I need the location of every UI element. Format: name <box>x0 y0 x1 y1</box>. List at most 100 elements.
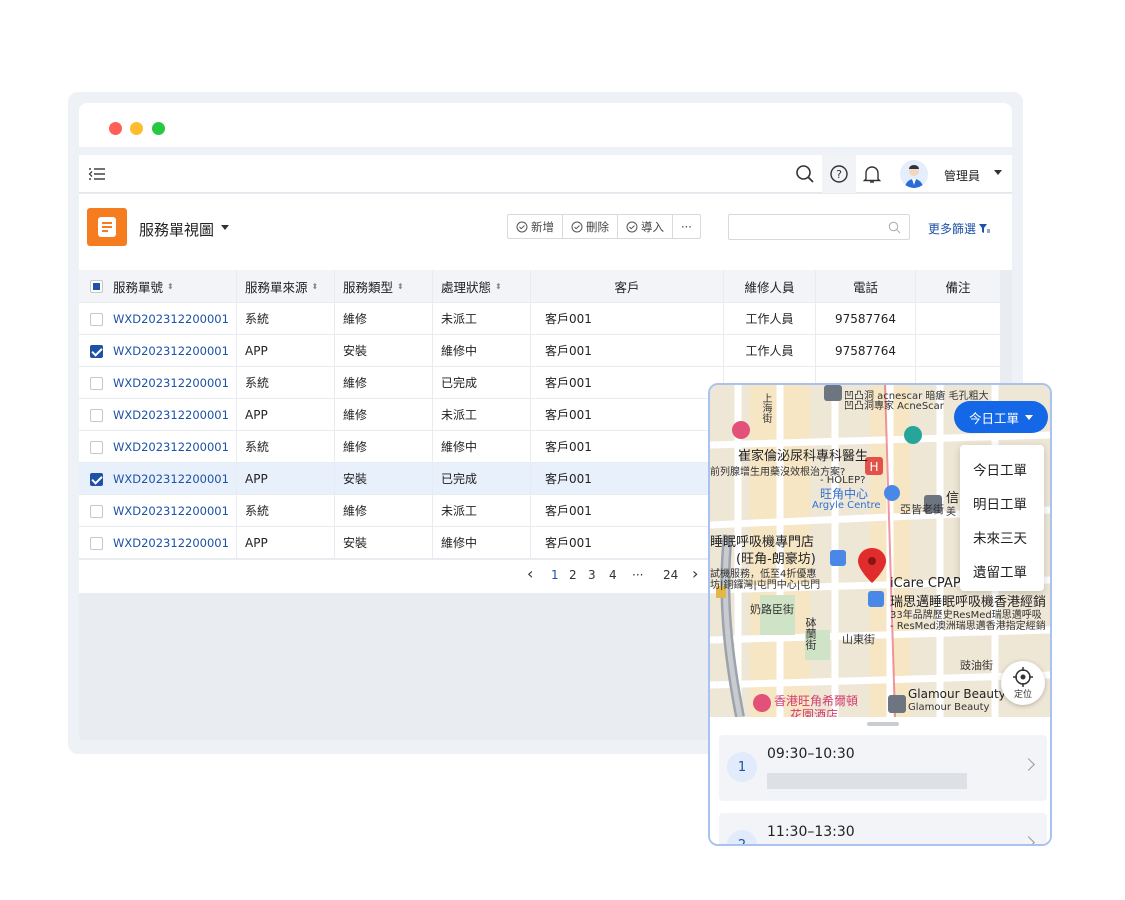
table-cell-id[interactable]: WXD202312200001 <box>105 399 237 430</box>
table-cell-id[interactable]: WXD202312200001 <box>105 527 237 558</box>
drag-handle[interactable] <box>867 722 899 726</box>
service-order-link[interactable]: WXD202312200001 <box>113 504 229 518</box>
table-cell-type: 安裝 <box>335 335 433 366</box>
page-2-button[interactable]: 2 <box>569 568 577 582</box>
row-checkbox[interactable] <box>90 313 103 326</box>
menu-item-next-three-days[interactable]: 未來三天 <box>973 527 1027 547</box>
add-button[interactable]: 新增 <box>508 215 563 238</box>
table-cell-id[interactable]: WXD202312200001 <box>105 495 237 526</box>
row-checkbox[interactable] <box>90 537 103 550</box>
locate-button[interactable]: 定位 <box>1001 661 1045 705</box>
map-view[interactable]: H 凹凸洞 acnescar 暗瘡 毛孔粗大 凹凸洞專家 AcneScar 崔家… <box>710 385 1050 717</box>
column-header[interactable]: 服務類型 ⬍ <box>335 270 433 302</box>
close-dot[interactable] <box>109 122 122 135</box>
import-button[interactable]: 導入 <box>618 215 673 238</box>
map-label: 花園酒店 <box>790 708 839 717</box>
collapse-menu-icon[interactable] <box>85 162 109 186</box>
select-all-checkbox[interactable] <box>90 280 103 293</box>
table-cell-phone: 97587764 <box>816 303 916 334</box>
next-page-button[interactable]: › <box>692 564 698 583</box>
row-checkbox[interactable] <box>90 409 103 422</box>
column-header[interactable]: 服務單來源 ⬍ <box>237 270 335 302</box>
cell-value: 維修 <box>343 408 368 422</box>
chevron-right-icon <box>1022 758 1035 771</box>
table-cell-customer: 客戶001 <box>531 495 724 526</box>
table-cell-id[interactable]: WXD202312200001 <box>105 431 237 462</box>
column-header-label: 維修人員 <box>744 279 795 295</box>
cell-value: 客戶001 <box>545 312 592 326</box>
row-checkbox[interactable] <box>90 473 103 486</box>
page-3-button[interactable]: 3 <box>588 568 596 582</box>
maximize-dot[interactable] <box>152 122 165 135</box>
map-label: - ResMed澳洲瑞思邁香港指定經銷 <box>890 621 1046 632</box>
minimize-dot[interactable] <box>130 122 143 135</box>
page-1-button[interactable]: 1 <box>551 568 559 582</box>
bell-icon[interactable] <box>860 162 884 186</box>
document-icon <box>87 208 127 246</box>
work-order-card[interactable]: 1 09:30–10:30 <box>719 735 1047 801</box>
cell-value: 系統 <box>245 440 270 454</box>
more-filter-button[interactable]: 更多篩選 <box>928 220 991 237</box>
service-order-link[interactable]: WXD202312200001 <box>113 408 229 422</box>
column-header[interactable]: 電話 <box>816 270 916 302</box>
prev-page-button[interactable]: ‹ <box>527 564 533 583</box>
sort-icon[interactable]: ⬍ <box>312 282 319 291</box>
table-row[interactable]: WXD202312200001 APP 安裝 維修中 客戶001 工作人員 97587764 <box>79 335 1001 367</box>
menu-item-legacy[interactable]: 遺留工單 <box>973 561 1027 581</box>
cell-value: 未派工 <box>441 408 478 422</box>
sort-icon[interactable]: ⬍ <box>167 282 174 291</box>
column-header[interactable]: 服務單號 ⬍ <box>105 270 237 302</box>
order-number-badge: 2 <box>727 830 757 844</box>
service-order-link[interactable]: WXD202312200001 <box>113 344 229 358</box>
page-4-button[interactable]: 4 <box>609 568 617 582</box>
more-actions-button[interactable]: ··· <box>673 215 700 238</box>
table-cell-id[interactable]: WXD202312200001 <box>105 303 237 334</box>
menu-item-tomorrow[interactable]: 明日工單 <box>973 493 1027 513</box>
table-cell-phone: 97587764 <box>816 335 916 366</box>
service-order-link[interactable]: WXD202312200001 <box>113 312 229 326</box>
service-order-link[interactable]: WXD202312200001 <box>113 472 229 486</box>
service-order-link[interactable]: WXD202312200001 <box>113 440 229 454</box>
cell-value: 維修 <box>343 504 368 518</box>
menu-item-today[interactable]: 今日工單 <box>973 459 1027 479</box>
table-cell-id[interactable]: WXD202312200001 <box>105 335 237 366</box>
column-header[interactable]: 處理狀態 ⬍ <box>433 270 531 302</box>
row-checkbox[interactable] <box>90 441 103 454</box>
order-detail-placeholder <box>767 773 967 789</box>
delete-button[interactable]: 刪除 <box>563 215 618 238</box>
sort-icon[interactable]: ⬍ <box>495 282 502 291</box>
row-checkbox[interactable] <box>90 505 103 518</box>
row-checkbox[interactable] <box>90 377 103 390</box>
table-cell-id[interactable]: WXD202312200001 <box>105 463 237 494</box>
sort-icon[interactable]: ⬍ <box>397 282 404 291</box>
action-button-group: 新增 刪除 導入 ··· <box>507 214 701 239</box>
row-checkbox[interactable] <box>90 345 103 358</box>
work-order-range-dropdown[interactable]: 今日工單 <box>954 401 1048 433</box>
view-title[interactable]: 服務單視圖 <box>139 219 214 240</box>
chevron-right-icon <box>1022 836 1035 844</box>
cell-value: 已完成 <box>441 376 478 390</box>
work-order-card[interactable]: 2 11:30–13:30 <box>719 813 1047 844</box>
service-order-link[interactable]: WXD202312200001 <box>113 376 229 390</box>
avatar[interactable] <box>900 160 928 188</box>
cell-value: APP <box>245 471 268 486</box>
table-cell-source: APP <box>237 463 335 494</box>
help-icon[interactable]: ? <box>827 162 851 186</box>
search-icon[interactable] <box>793 162 817 186</box>
table-cell-type: 安裝 <box>335 463 433 494</box>
user-menu-caret-icon[interactable] <box>994 170 1002 175</box>
cell-value: 維修中 <box>441 440 478 454</box>
table-row[interactable]: WXD202312200001 系統 維修 未派工 客戶001 工作人員 97587764 <box>79 303 1001 335</box>
view-switch-caret-icon[interactable] <box>221 225 229 230</box>
table-cell-status: 已完成 <box>433 367 531 398</box>
page-24-button[interactable]: 24 <box>663 568 678 582</box>
search-input[interactable] <box>728 214 910 240</box>
table-cell-id[interactable]: WXD202312200001 <box>105 367 237 398</box>
user-name[interactable]: 管理員 <box>944 167 980 184</box>
column-header[interactable]: 客戶 <box>531 270 724 302</box>
column-header[interactable]: 備注 <box>916 270 1001 302</box>
page-ellipsis[interactable]: ··· <box>632 568 643 582</box>
column-header[interactable]: 維修人員 <box>724 270 816 302</box>
service-order-link[interactable]: WXD202312200001 <box>113 536 229 550</box>
map-label: 砵蘭街 <box>804 617 817 650</box>
